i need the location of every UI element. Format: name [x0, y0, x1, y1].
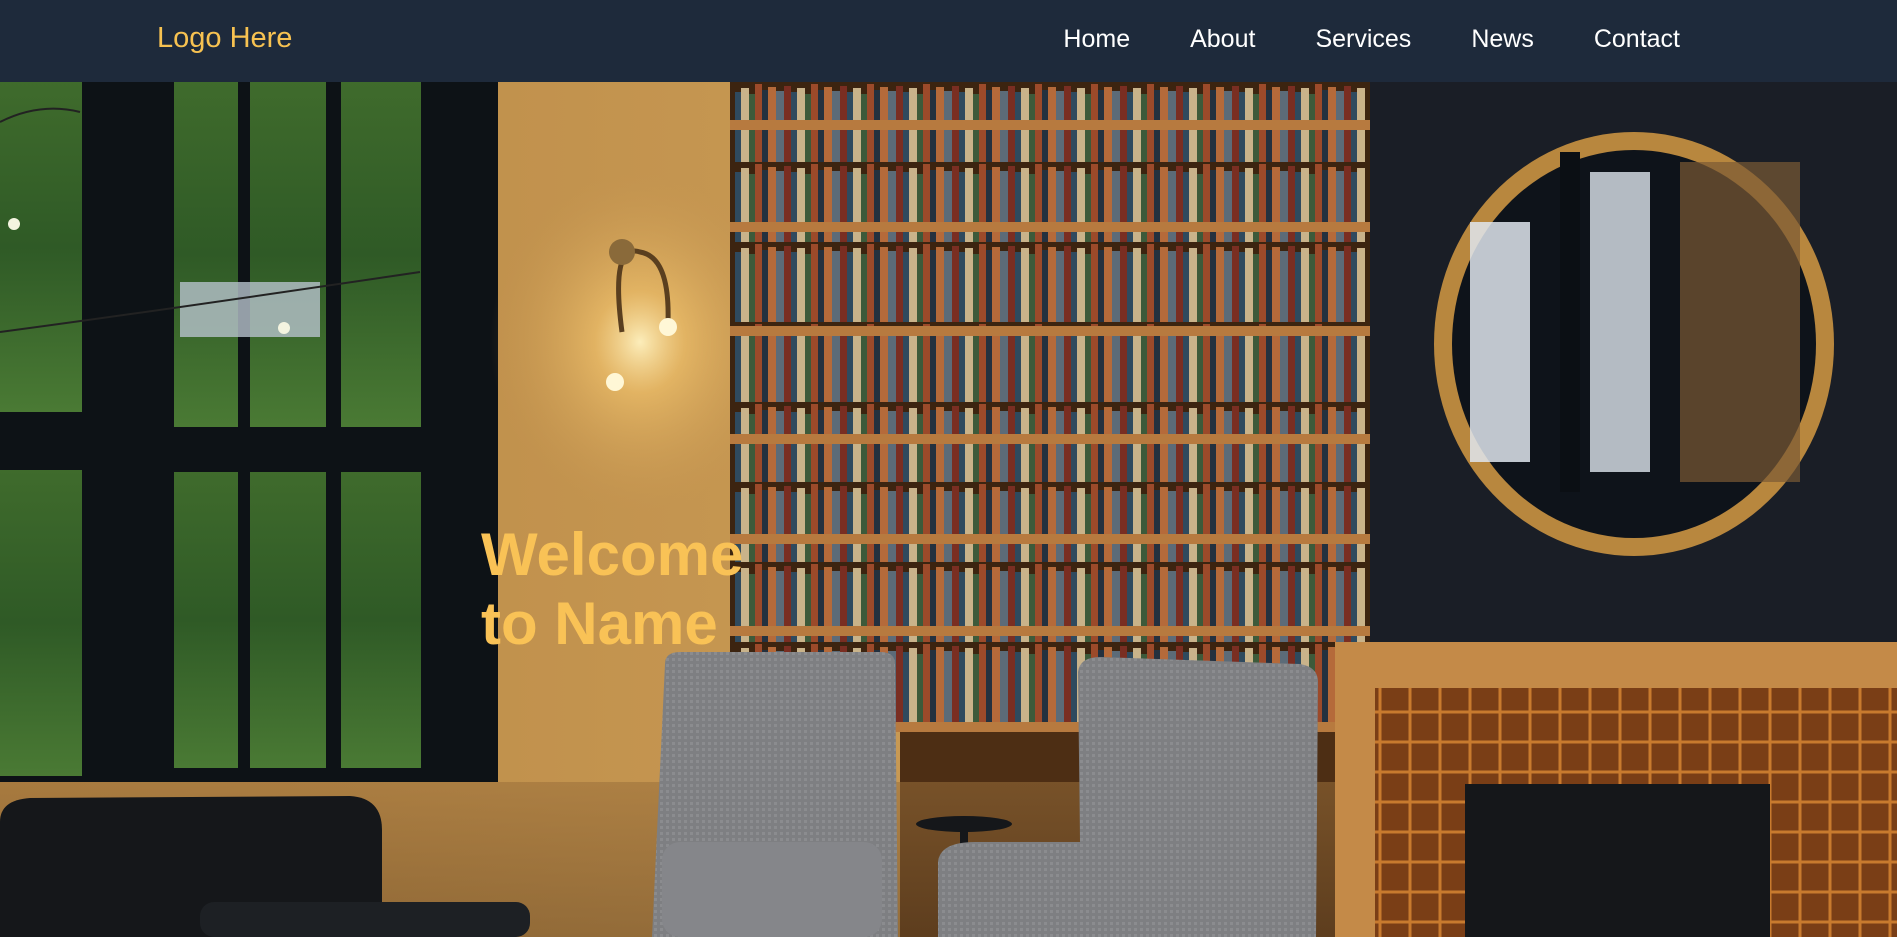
nav-menu: Home About Services News Contact [1003, 22, 1680, 56]
nav-link-home[interactable]: Home [1063, 22, 1130, 56]
nav-link-about[interactable]: About [1190, 22, 1255, 56]
top-navbar: Logo Here Home About Services News Conta… [0, 0, 1897, 82]
hero-background-image [0, 82, 1897, 937]
nav-link-contact[interactable]: Contact [1594, 22, 1680, 56]
hero-section: Welcome to Name [0, 82, 1897, 937]
nav-link-news[interactable]: News [1471, 22, 1534, 56]
site-logo[interactable]: Logo Here [157, 20, 292, 56]
nav-link-services[interactable]: Services [1315, 22, 1411, 56]
hero-title: Welcome to Name [481, 521, 744, 657]
